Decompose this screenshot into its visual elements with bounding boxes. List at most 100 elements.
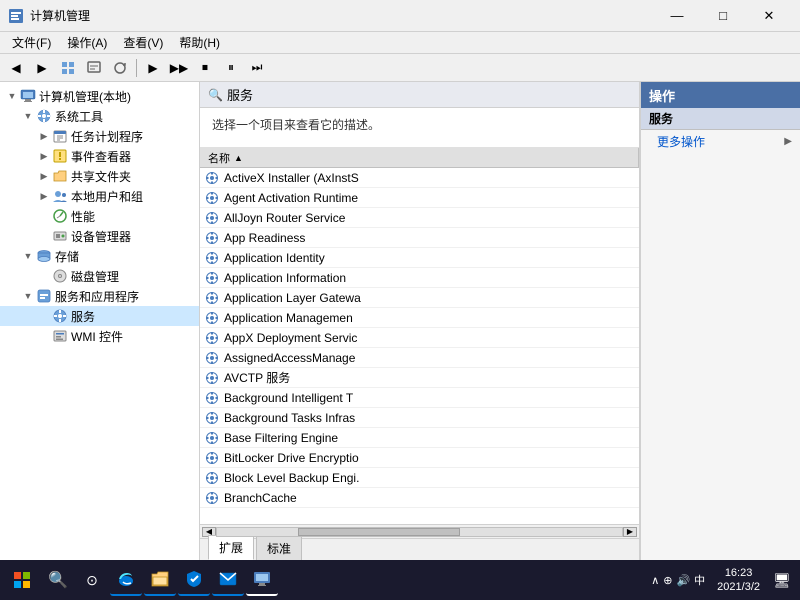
list-item[interactable]: AVCTP 服务 (200, 368, 639, 388)
toolbar-forward[interactable]: ▶ (30, 57, 54, 79)
service-gear-icon (204, 490, 220, 506)
computer-management-app-icon[interactable] (246, 564, 278, 596)
service-gear-icon (204, 290, 220, 306)
list-item[interactable]: ActiveX Installer (AxInstS (200, 168, 639, 188)
description-text: 选择一个项目来查看它的描述。 (212, 118, 380, 132)
menu-file[interactable]: 文件(F) (4, 32, 59, 53)
event-viewer-expander[interactable]: ▶ (36, 146, 52, 166)
minimize-button[interactable]: — (654, 0, 700, 32)
toolbar-properties[interactable] (82, 57, 106, 79)
toolbar-up[interactable] (56, 57, 80, 79)
hscroll-track[interactable] (216, 527, 623, 537)
tree-node-shared-folders[interactable]: ▶ 共享文件夹 (0, 166, 199, 186)
list-item[interactable]: Base Filtering Engine (200, 428, 639, 448)
list-item[interactable]: Application Information (200, 268, 639, 288)
disk-management-expander[interactable] (36, 266, 52, 286)
list-item[interactable]: Block Level Backup Engi. (200, 468, 639, 488)
list-item[interactable]: AssignedAccessManage (200, 348, 639, 368)
tree-node-local-users[interactable]: ▶ 本地用户和组 (0, 186, 199, 206)
list-item[interactable]: AllJoyn Router Service (200, 208, 639, 228)
list-item[interactable]: Application Identity (200, 248, 639, 268)
title-bar-icon (8, 8, 24, 24)
tree-panel: ▼ 计算机管理(本地) ▼ (0, 82, 200, 560)
notifications-button[interactable]: 🖥 (768, 564, 796, 596)
tree-node-disk-management[interactable]: 磁盘管理 (0, 266, 199, 286)
toolbar-back[interactable]: ◀ (4, 57, 28, 79)
service-name: Background Tasks Infras (224, 411, 355, 425)
toolbar-separator-1 (136, 59, 137, 77)
actions-panel: 操作 服务 更多操作 ▶ (640, 82, 800, 560)
list-item[interactable]: BitLocker Drive Encryptio (200, 448, 639, 468)
title-bar-controls: — □ ✕ (654, 0, 792, 32)
tree-node-system-tools[interactable]: ▼ 系统工具 (0, 106, 199, 126)
maximize-button[interactable]: □ (700, 0, 746, 32)
tree-node-storage[interactable]: ▼ 存储 (0, 246, 199, 266)
menu-help[interactable]: 帮助(H) (171, 32, 228, 53)
tab-standard[interactable]: 标准 (256, 536, 302, 560)
tree-node-wmi[interactable]: WMI 控件 (0, 326, 199, 346)
toolbar-skip[interactable]: ⏭ (245, 57, 269, 79)
tree-node-device-manager[interactable]: 设备管理器 (0, 226, 199, 246)
services-list-body[interactable]: ActiveX Installer (AxInstS Agent Activat… (200, 168, 639, 524)
shared-folders-expander[interactable]: ▶ (36, 166, 52, 186)
toolbar-refresh[interactable] (108, 57, 132, 79)
hscroll-thumb[interactable] (298, 528, 460, 536)
service-name: AVCTP 服务 (224, 369, 290, 386)
list-item[interactable]: Application Managemen (200, 308, 639, 328)
title-bar: 计算机管理 — □ ✕ (0, 0, 800, 32)
clock-date: 2021/3/2 (717, 580, 760, 594)
toolbar-stop[interactable]: ⏹ (193, 57, 217, 79)
toolbar-pause[interactable]: ⏸ (219, 57, 243, 79)
actions-more-item[interactable]: 更多操作 ▶ (641, 130, 800, 153)
edge-icon[interactable] (110, 564, 142, 596)
performance-expander[interactable] (36, 206, 52, 226)
local-users-expander[interactable]: ▶ (36, 186, 52, 206)
tree-node-event-viewer[interactable]: ▶ 事件查看器 (0, 146, 199, 166)
list-item[interactable]: Application Layer Gatewa (200, 288, 639, 308)
tree-node-performance-label: 性能 (71, 208, 95, 225)
tree-root-expander[interactable]: ▼ (4, 86, 20, 106)
services-apps-expander[interactable]: ▼ (20, 286, 36, 306)
tree-node-task-scheduler[interactable]: ▶ 任务计划程序 (0, 126, 199, 146)
search-button[interactable]: 🔍 (42, 564, 74, 596)
tree-node-services-apps-label: 服务和应用程序 (55, 288, 139, 305)
service-gear-icon (204, 390, 220, 406)
close-button[interactable]: ✕ (746, 0, 792, 32)
task-view-button[interactable]: ⊙ (76, 564, 108, 596)
services-expander[interactable] (36, 306, 52, 326)
start-button[interactable] (4, 562, 40, 598)
list-item[interactable]: Background Tasks Infras (200, 408, 639, 428)
device-manager-expander[interactable] (36, 226, 52, 246)
list-item[interactable]: Agent Activation Runtime (200, 188, 639, 208)
wmi-expander[interactable] (36, 326, 52, 346)
tree-root[interactable]: ▼ 计算机管理(本地) (0, 86, 199, 106)
services-col-name[interactable]: 名称 ▲ (200, 148, 639, 167)
horizontal-scrollbar[interactable]: ◀ ▶ (200, 524, 639, 538)
list-item[interactable]: AppX Deployment Servic (200, 328, 639, 348)
tree-node-services[interactable]: 服务 (0, 306, 199, 326)
list-item[interactable]: Background Intelligent T (200, 388, 639, 408)
clock[interactable]: 16:23 2021/3/2 (711, 566, 766, 595)
file-explorer-icon[interactable] (144, 564, 176, 596)
toolbar-play[interactable]: ▶ (141, 57, 165, 79)
service-gear-icon (204, 210, 220, 226)
toolbar-play2[interactable]: ▶▶ (167, 57, 191, 79)
tray-arrow[interactable]: ∧ (651, 574, 659, 587)
disk-management-icon (52, 268, 68, 284)
security-icon[interactable] (178, 564, 210, 596)
storage-expander[interactable]: ▼ (20, 246, 36, 266)
menu-action[interactable]: 操作(A) (59, 32, 115, 53)
hscroll-right-button[interactable]: ▶ (623, 527, 637, 537)
tree-node-shared-folders-label: 共享文件夹 (71, 168, 131, 185)
tree-node-services-apps[interactable]: ▼ 服务和应用程序 (0, 286, 199, 306)
list-item[interactable]: App Readiness (200, 228, 639, 248)
task-scheduler-expander[interactable]: ▶ (36, 126, 52, 146)
menu-view[interactable]: 查看(V) (115, 32, 171, 53)
service-name: Application Managemen (224, 311, 353, 325)
tab-extended[interactable]: 扩展 (208, 535, 254, 560)
tree-node-disk-management-label: 磁盘管理 (71, 268, 119, 285)
tree-node-performance[interactable]: 性能 (0, 206, 199, 226)
list-item[interactable]: BranchCache (200, 488, 639, 508)
mail-icon[interactable] (212, 564, 244, 596)
system-tools-expander[interactable]: ▼ (20, 106, 36, 126)
